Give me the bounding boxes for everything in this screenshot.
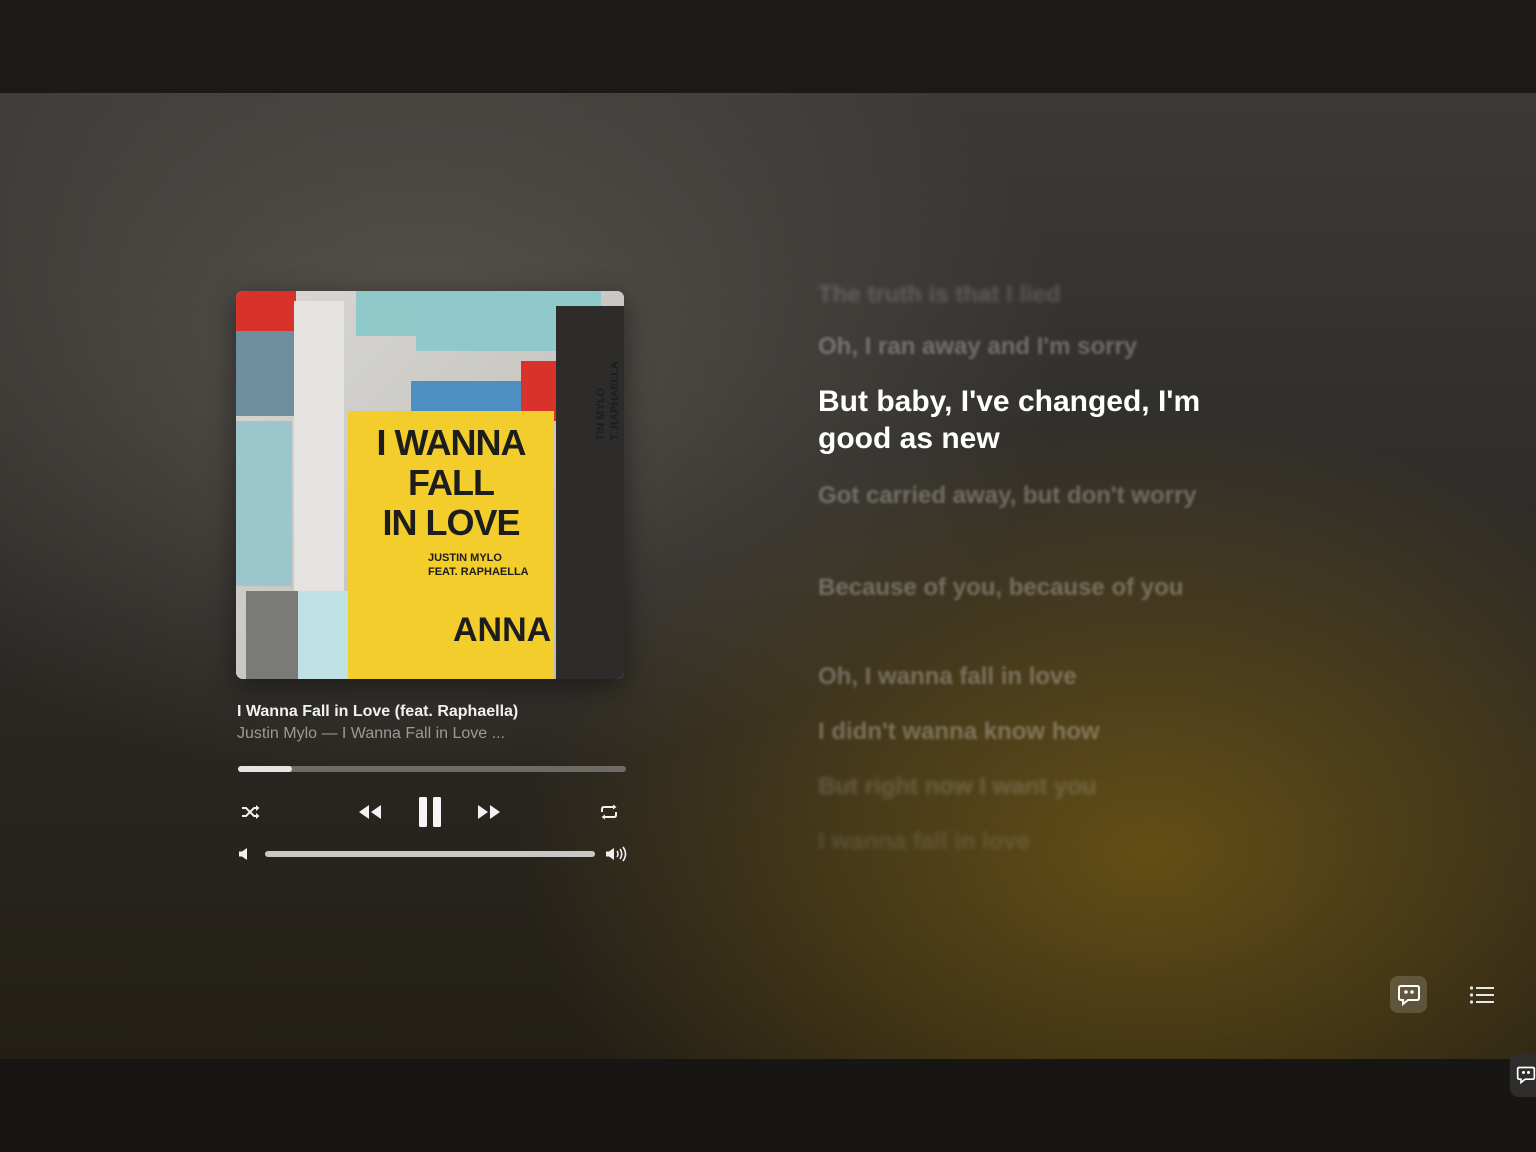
speaker-low-icon <box>239 848 247 860</box>
lyrics-toggle-button[interactable] <box>1390 976 1427 1013</box>
volume-max-button[interactable] <box>603 844 629 864</box>
track-artist-album: Justin Mylo — I Wanna Fall in Love ... <box>237 725 505 742</box>
playback-progress-bar[interactable] <box>238 766 626 772</box>
track-title: I Wanna Fall in Love (feat. Raphaella) <box>237 703 519 720</box>
lyric-line-current[interactable]: But baby, I've changed, I'm good as new <box>818 383 1228 457</box>
pause-icon <box>419 797 441 827</box>
poster-bottom-text: ANNA <box>453 611 552 649</box>
album-artwork: I WANNA FALL IN LOVE JUSTIN MYLO FEAT. R… <box>236 291 624 679</box>
queue-button[interactable] <box>1463 976 1500 1013</box>
previous-button[interactable] <box>354 796 386 828</box>
poster-side-text: TIN MYLO T. RAPHAELLA <box>595 361 621 441</box>
bottom-bar <box>0 1059 1536 1152</box>
playback-progress-fill <box>238 766 293 772</box>
lyric-line[interactable]: I wanna fall in love <box>818 827 1228 857</box>
lyric-line[interactable]: The truth is that I lied <box>818 280 1228 310</box>
volume-min-button[interactable] <box>234 844 254 864</box>
lyric-line[interactable]: Got carried away, but don't worry <box>818 481 1228 511</box>
rewind-icon <box>359 805 381 819</box>
poster-line-2: FALL <box>408 462 495 503</box>
album-poster: I WANNA FALL IN LOVE JUSTIN MYLO FEAT. R… <box>348 411 554 679</box>
lyrics-quote-icon <box>1516 1066 1536 1085</box>
fast-forward-icon <box>478 805 500 819</box>
volume-slider[interactable] <box>265 851 595 857</box>
poster-artist: JUSTIN MYLO <box>428 552 502 564</box>
repeat-button[interactable] <box>594 797 624 827</box>
repeat-icon <box>601 804 617 820</box>
speaker-high-icon <box>606 846 627 862</box>
poster-feat: FEAT. RAPHAELLA <box>428 566 529 578</box>
top-bar <box>0 0 1536 93</box>
shuffle-button[interactable] <box>236 797 266 827</box>
lyric-line[interactable]: I didn't wanna know how <box>818 717 1228 747</box>
queue-list-icon <box>1469 985 1494 1004</box>
next-button[interactable] <box>473 796 505 828</box>
lyric-line[interactable]: But right now I want you <box>818 772 1228 802</box>
lyric-line[interactable]: Oh, I wanna fall in love <box>818 662 1228 692</box>
pause-button[interactable] <box>410 792 450 832</box>
poster-line-3: IN LOVE <box>382 502 520 543</box>
volume-slider-fill <box>265 851 595 857</box>
lyric-line[interactable]: Oh, I ran away and I'm sorry <box>818 332 1228 362</box>
poster-line-1: I WANNA <box>376 422 527 463</box>
lyrics-floating-button[interactable] <box>1510 1053 1536 1097</box>
now-playing-stage: I WANNA FALL IN LOVE JUSTIN MYLO FEAT. R… <box>0 93 1536 1059</box>
lyric-line[interactable]: Because of you, because of you <box>818 573 1228 603</box>
shuffle-icon <box>242 805 260 819</box>
lyrics-quote-icon <box>1397 984 1420 1006</box>
